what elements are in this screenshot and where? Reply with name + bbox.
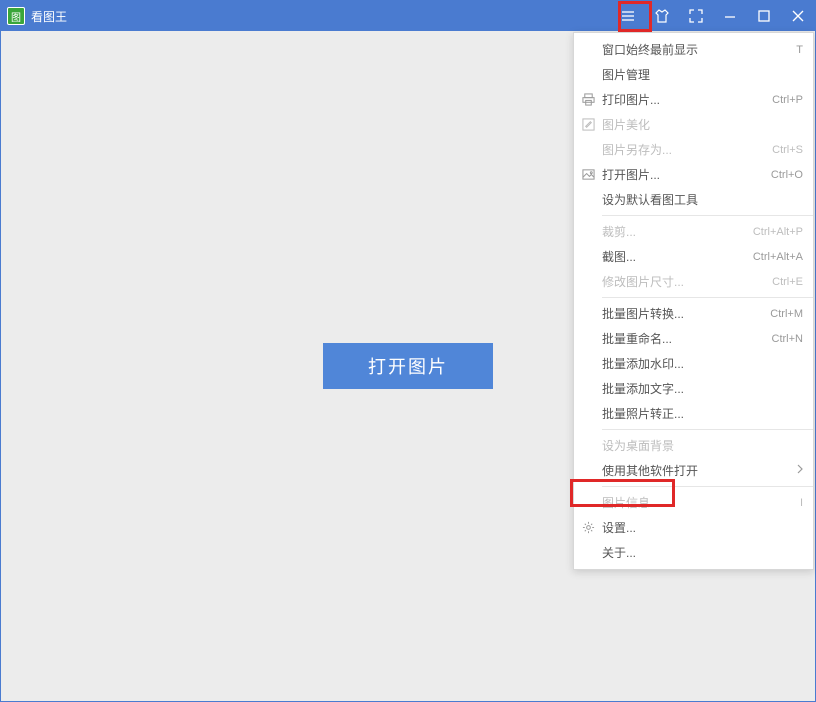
menu-label: 批量重命名... xyxy=(602,330,772,347)
menu-label: 图片美化 xyxy=(602,116,803,133)
minimize-icon xyxy=(723,9,737,23)
menu-item-settings[interactable]: 设置... xyxy=(574,515,813,540)
shirt-icon xyxy=(654,8,670,24)
menu-shortcut: Ctrl+O xyxy=(771,169,803,181)
main-menu-button[interactable] xyxy=(611,1,645,31)
menu-item-set-wallpaper: 设为桌面背景 xyxy=(574,433,813,458)
menu-label: 打印图片... xyxy=(602,91,772,108)
menu-shortcut: I xyxy=(800,497,803,509)
menu-item-batch-rotate[interactable]: 批量照片转正... xyxy=(574,401,813,426)
menu-label: 使用其他软件打开 xyxy=(602,462,797,479)
menu-shortcut: T xyxy=(796,44,803,56)
menu-label: 批量添加水印... xyxy=(602,355,803,372)
menu-item-screenshot[interactable]: 截图... Ctrl+Alt+A xyxy=(574,244,813,269)
hamburger-icon xyxy=(621,9,635,23)
menu-item-batch-convert[interactable]: 批量图片转换... Ctrl+M xyxy=(574,301,813,326)
menu-item-resize: 修改图片尺寸... Ctrl+E xyxy=(574,269,813,294)
menu-label: 关于... xyxy=(602,544,803,561)
menu-shortcut: Ctrl+E xyxy=(772,276,803,288)
skin-button[interactable] xyxy=(645,1,679,31)
menu-item-batch-rename[interactable]: 批量重命名... Ctrl+N xyxy=(574,326,813,351)
print-icon xyxy=(574,93,602,106)
menu-separator xyxy=(602,215,813,216)
menu-item-open-with[interactable]: 使用其他软件打开 xyxy=(574,458,813,483)
menu-label: 窗口始终最前显示 xyxy=(602,41,796,58)
chevron-right-icon xyxy=(797,464,803,477)
menu-item-beautify: 图片美化 xyxy=(574,112,813,137)
menu-shortcut: Ctrl+S xyxy=(772,144,803,156)
menu-label: 图片管理 xyxy=(602,66,803,83)
menu-shortcut: Ctrl+M xyxy=(770,308,803,320)
menu-item-crop: 裁剪... Ctrl+Alt+P xyxy=(574,219,813,244)
menu-label: 裁剪... xyxy=(602,223,753,240)
menu-item-image-info: 图片信息... I xyxy=(574,490,813,515)
menu-label: 打开图片... xyxy=(602,166,771,183)
menu-shortcut: Ctrl+N xyxy=(772,333,803,345)
menu-item-always-on-top[interactable]: 窗口始终最前显示 T xyxy=(574,37,813,62)
menu-item-image-manage[interactable]: 图片管理 xyxy=(574,62,813,87)
menu-item-about[interactable]: 关于... xyxy=(574,540,813,565)
menu-separator xyxy=(602,429,813,430)
menu-item-open-image[interactable]: 打开图片... Ctrl+O xyxy=(574,162,813,187)
menu-separator xyxy=(602,297,813,298)
edit-icon xyxy=(574,118,602,131)
menu-label: 设为桌面背景 xyxy=(602,437,803,454)
minimize-button[interactable] xyxy=(713,1,747,31)
open-image-button[interactable]: 打开图片 xyxy=(323,343,493,389)
menu-label: 设置... xyxy=(602,519,803,536)
gear-icon xyxy=(574,521,602,534)
menu-shortcut: Ctrl+Alt+P xyxy=(753,226,803,238)
menu-shortcut: Ctrl+Alt+A xyxy=(753,251,803,263)
menu-label: 批量图片转换... xyxy=(602,305,770,322)
menu-item-save-as: 图片另存为... Ctrl+S xyxy=(574,137,813,162)
main-menu-dropdown: 窗口始终最前显示 T 图片管理 打印图片... Ctrl+P 图片美化 图片另存… xyxy=(573,32,814,570)
menu-separator xyxy=(602,486,813,487)
menu-label: 图片信息... xyxy=(602,494,800,511)
menu-label: 批量添加文字... xyxy=(602,380,803,397)
app-title: 看图王 xyxy=(31,8,67,25)
titlebar: 图 看图王 xyxy=(1,1,815,31)
menu-label: 批量照片转正... xyxy=(602,405,803,422)
menu-item-batch-text[interactable]: 批量添加文字... xyxy=(574,376,813,401)
menu-label: 修改图片尺寸... xyxy=(602,273,772,290)
fullscreen-button[interactable] xyxy=(679,1,713,31)
app-window: 图 看图王 xyxy=(0,0,816,702)
menu-shortcut: Ctrl+P xyxy=(772,94,803,106)
maximize-icon xyxy=(757,9,771,23)
close-icon xyxy=(791,9,805,23)
menu-label: 图片另存为... xyxy=(602,141,772,158)
menu-item-print[interactable]: 打印图片... Ctrl+P xyxy=(574,87,813,112)
maximize-button[interactable] xyxy=(747,1,781,31)
image-icon xyxy=(574,168,602,181)
menu-item-batch-watermark[interactable]: 批量添加水印... xyxy=(574,351,813,376)
menu-item-set-default-viewer[interactable]: 设为默认看图工具 xyxy=(574,187,813,212)
fullscreen-icon xyxy=(689,9,703,23)
app-logo-icon: 图 xyxy=(7,7,25,25)
menu-label: 截图... xyxy=(602,248,753,265)
close-button[interactable] xyxy=(781,1,815,31)
menu-label: 设为默认看图工具 xyxy=(602,191,803,208)
